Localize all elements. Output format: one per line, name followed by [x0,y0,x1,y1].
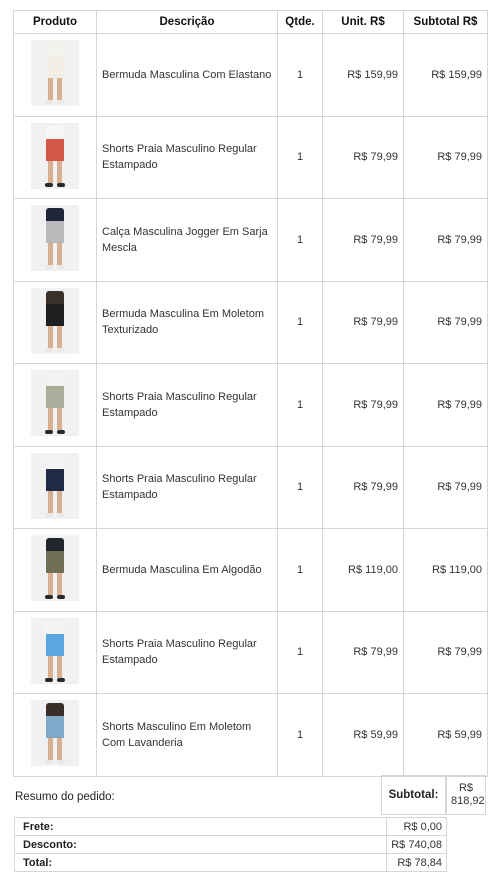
product-description: Bermuda Masculina Em Moletom Texturizado [96,280,278,364]
table-row: Shorts Praia Masculino Regular Estampado… [13,610,488,694]
table-row: Bermuda Masculina Em Algodão 1 R$ 119,00 R$… [13,528,488,612]
summary-row: Total: R$ 78,84 [14,853,447,872]
product-subtotal: R$ 159,99 [403,33,488,117]
product-description: Shorts Praia Masculino Regular Estampado [96,115,278,199]
header-product: Produto [13,10,97,34]
product-thumbnail[interactable] [31,205,79,272]
product-unit-price: R$ 79,99 [322,280,404,364]
product-subtotal: R$ 79,99 [403,445,488,529]
product-unit-price: R$ 159,99 [322,33,404,117]
product-image-cell [13,445,97,529]
table-row: Shorts Praia Masculino Regular Estampado… [13,445,488,529]
order-summary-title: Resumo do pedido: [15,791,115,803]
product-thumbnail[interactable] [31,370,79,437]
table-row: Shorts Praia Masculino Regular Estampado… [13,363,488,447]
product-quantity: 1 [277,363,323,447]
product-subtotal: R$ 79,99 [403,610,488,694]
product-quantity: 1 [277,280,323,364]
summary-label: Desconto: [14,835,387,854]
header-description: Descrição [96,10,278,34]
product-thumbnail[interactable] [31,535,79,602]
product-image-cell [13,198,97,282]
header-subtotal: Subtotal R$ [403,10,488,34]
product-description: Bermuda Masculina Com Elastano [96,33,278,117]
product-description: Shorts Praia Masculino Regular Estampado [96,363,278,447]
product-unit-price: R$ 79,99 [322,445,404,529]
product-subtotal: R$ 119,00 [403,528,488,612]
product-subtotal: R$ 79,99 [403,198,488,282]
product-description: Shorts Praia Masculino Regular Estampado [96,445,278,529]
summary-label: Frete: [14,817,387,836]
product-subtotal: R$ 59,99 [403,693,488,777]
product-quantity: 1 [277,693,323,777]
product-quantity: 1 [277,33,323,117]
product-image-cell [13,693,97,777]
product-image-cell [13,528,97,612]
product-image-cell [13,280,97,364]
order-totals-table: Frete: R$ 0,00 Desconto: R$ 740,08 Total: R$ … [14,817,447,872]
summary-row: Frete: R$ 0,00 [14,817,447,836]
product-thumbnail[interactable] [31,287,79,354]
order-items-table: Produto Descrição Qtde. Unit. R$ Subtota… [13,10,488,777]
summary-value: R$ 0,00 [386,817,447,836]
product-quantity: 1 [277,528,323,612]
header-unit-price: Unit. R$ [322,10,404,34]
product-unit-price: R$ 79,99 [322,610,404,694]
product-quantity: 1 [277,115,323,199]
product-subtotal: R$ 79,99 [403,115,488,199]
product-subtotal: R$ 79,99 [403,280,488,364]
product-description: Shorts Masculino Em Moletom Com Lavander… [96,693,278,777]
product-unit-price: R$ 79,99 [322,115,404,199]
product-description: Shorts Praia Masculino Regular Estampado [96,610,278,694]
product-subtotal: R$ 79,99 [403,363,488,447]
product-thumbnail[interactable] [31,122,79,189]
product-image-cell [13,115,97,199]
table-row: Shorts Masculino Em Moletom Com Lavander… [13,693,488,777]
product-thumbnail[interactable] [31,617,79,684]
subtotal-value: R$ 818,92 [451,782,485,807]
subtotal-label: Subtotal: [381,775,446,815]
product-unit-price: R$ 59,99 [322,693,404,777]
product-thumbnail[interactable] [31,700,79,767]
product-description: Calça Masculina Jogger Em Sarja Mescla [96,198,278,282]
summary-row: Desconto: R$ 740,08 [14,835,447,854]
subtotal-value-cell: R$ 818,92 [446,775,486,815]
product-unit-price: R$ 79,99 [322,198,404,282]
product-thumbnail[interactable] [31,452,79,519]
header-qty: Qtde. [277,10,323,34]
product-image-cell [13,610,97,694]
table-header-row: Produto Descrição Qtde. Unit. R$ Subtota… [13,10,488,34]
product-quantity: 1 [277,198,323,282]
summary-label: Total: [14,853,387,872]
table-row: Bermuda Masculina Em Moletom Texturizado… [13,280,488,364]
product-thumbnail[interactable] [31,40,79,107]
summary-value: R$ 78,84 [386,853,447,872]
table-row: Bermuda Masculina Com Elastano 1 R$ 159,99… [13,33,488,117]
product-description: Bermuda Masculina Em Algodão [96,528,278,612]
product-unit-price: R$ 119,00 [322,528,404,612]
product-quantity: 1 [277,610,323,694]
product-image-cell [13,363,97,447]
summary-value: R$ 740,08 [386,835,447,854]
product-quantity: 1 [277,445,323,529]
product-image-cell [13,33,97,117]
table-row: Shorts Praia Masculino Regular Estampado… [13,115,488,199]
product-unit-price: R$ 79,99 [322,363,404,447]
table-row: Calça Masculina Jogger Em Sarja Mescla 1 R… [13,198,488,282]
